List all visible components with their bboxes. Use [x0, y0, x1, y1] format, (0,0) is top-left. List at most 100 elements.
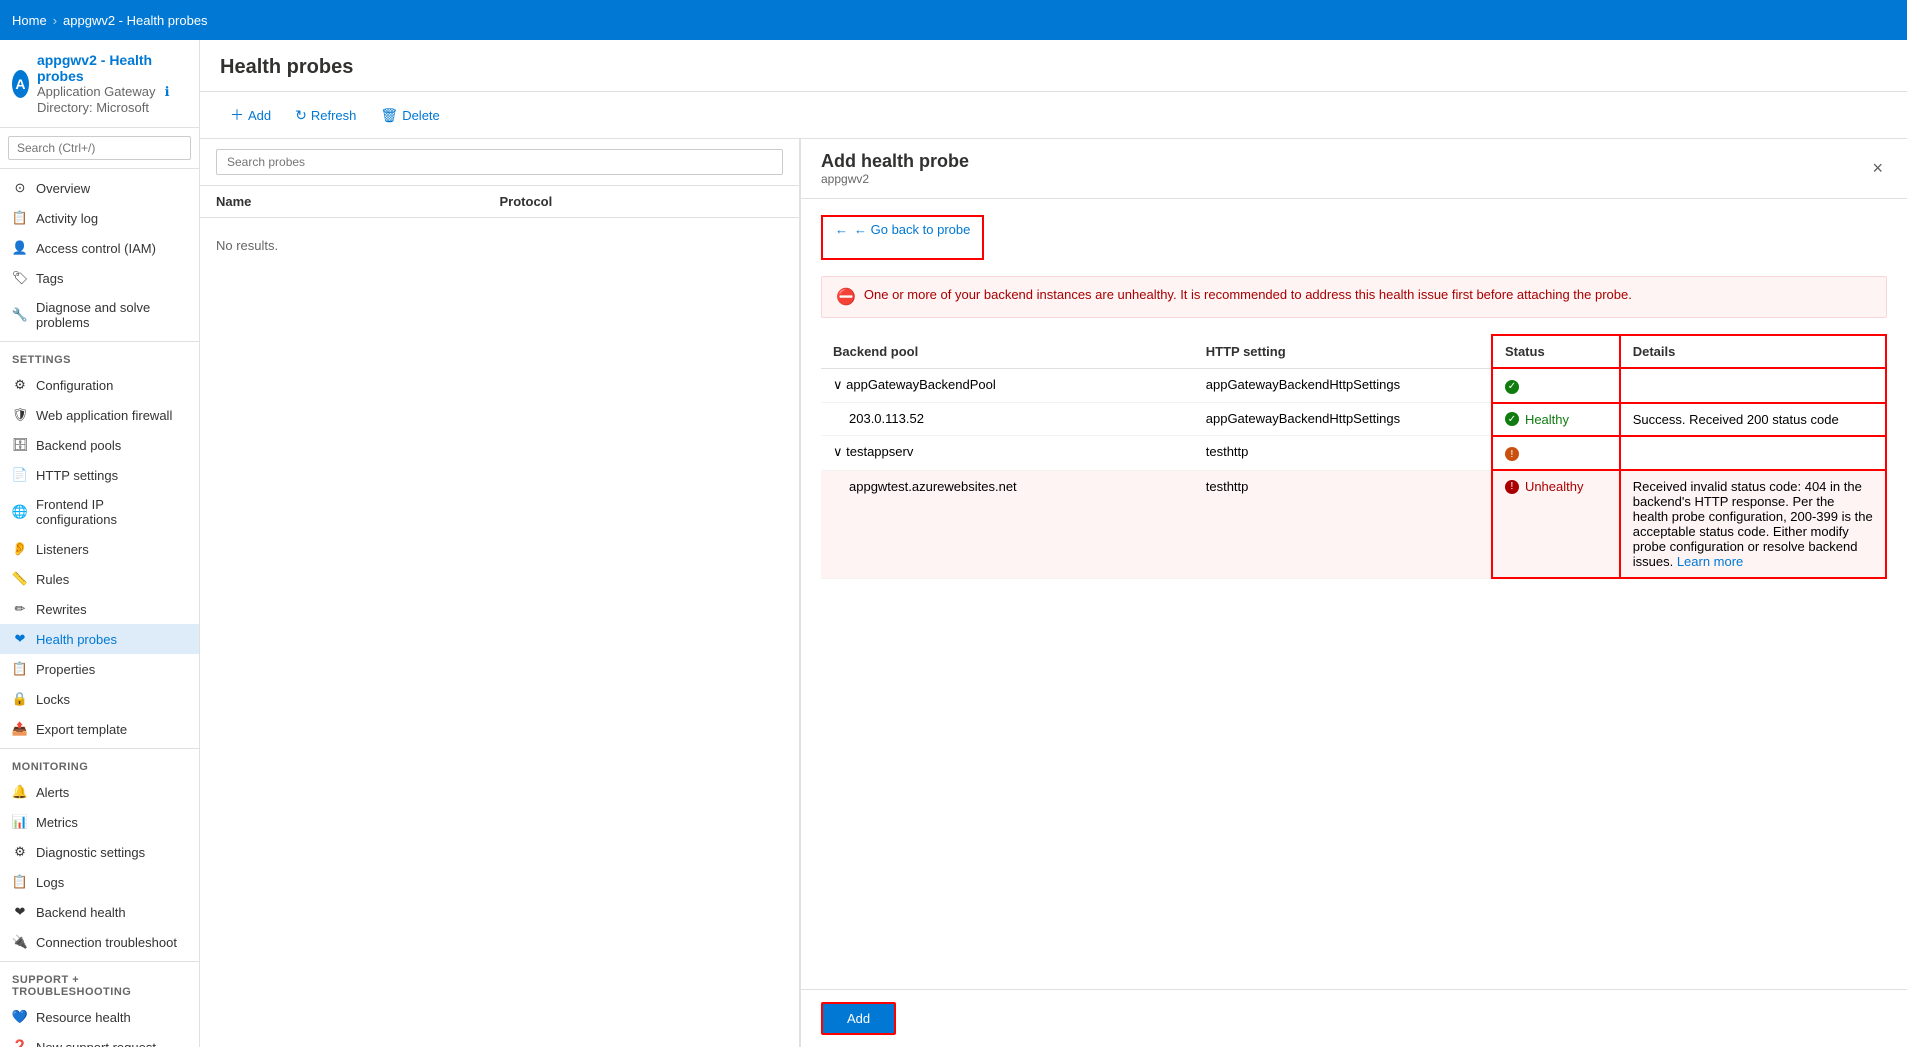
sidebar-item-connection-troubleshoot[interactable]: 🔌 Connection troubleshoot [0, 927, 199, 957]
probes-search-input[interactable] [216, 149, 783, 175]
sidebar-item-label: Diagnostic settings [36, 845, 145, 860]
sidebar-item-frontend-ip[interactable]: 🌐 Frontend IP configurations [0, 490, 199, 534]
diagnose-icon: 🔧 [12, 307, 28, 323]
cell-backend-pool: appgwtest.azurewebsites.net [821, 470, 1194, 578]
sidebar-item-backend-pools[interactable]: 🗄 Backend pools [0, 430, 199, 460]
sidebar-item-alerts[interactable]: 🔔 Alerts [0, 777, 199, 807]
health-probes-icon: ❤ [12, 631, 28, 647]
status-healthy: ✓ Healthy [1505, 412, 1607, 427]
sidebar-item-tags[interactable]: 🏷 Tags [0, 263, 199, 293]
unhealthy-label: Unhealthy [1525, 479, 1584, 494]
cell-backend-pool: 203.0.113.52 [821, 403, 1194, 436]
alerts-icon: 🔔 [12, 784, 28, 800]
sidebar-item-listeners[interactable]: 👂 Listeners [0, 534, 199, 564]
breadcrumb-home[interactable]: Home [12, 13, 47, 28]
sidebar-logo-icon: A [12, 70, 29, 98]
cell-backend-pool: ∨ appGatewayBackendPool [821, 368, 1194, 403]
sidebar-item-label: Frontend IP configurations [36, 497, 187, 527]
diagnostic-icon: ⚙ [12, 844, 28, 860]
sidebar-item-metrics[interactable]: 📊 Metrics [0, 807, 199, 837]
flyout-footer: Add [801, 989, 1907, 1047]
sidebar-item-locks[interactable]: 🔒 Locks [0, 684, 199, 714]
sidebar-item-label: Locks [36, 692, 70, 707]
rewrites-icon: ✏ [12, 601, 28, 617]
breadcrumb-current: appgwv2 - Health probes [63, 13, 208, 28]
add-icon: ＋ [230, 105, 244, 125]
sidebar-item-backend-health[interactable]: ❤ Backend health [0, 897, 199, 927]
sidebar-item-access-control[interactable]: 👤 Access control (IAM) [0, 233, 199, 263]
tags-icon: 🏷 [12, 270, 28, 286]
backend-health-table: Backend pool HTTP setting Status Details… [821, 334, 1887, 579]
status-green-dot: ✓ [1505, 380, 1519, 394]
table-row: ∨ testappserv testhttp ! [821, 436, 1886, 471]
sidebar-item-resource-health[interactable]: 💙 Resource health [0, 1002, 199, 1032]
go-back-to-probe-button[interactable]: ← ← Go back to probe [823, 217, 982, 242]
support-section-title: Support + troubleshooting [0, 961, 199, 1002]
sidebar-item-label: Properties [36, 662, 95, 677]
sidebar-item-rules[interactable]: 📏 Rules [0, 564, 199, 594]
sidebar-item-label: Export template [36, 722, 127, 737]
properties-icon: 📋 [12, 661, 28, 677]
sidebar-header: A appgwv2 - Health probes Application Ga… [0, 40, 199, 128]
sidebar-item-diagnose[interactable]: 🔧 Diagnose and solve problems [0, 293, 199, 337]
sidebar-item-label: Configuration [36, 378, 113, 393]
cell-details: Received invalid status code: 404 in the… [1620, 470, 1886, 578]
sidebar-item-waf[interactable]: 🛡 Web application firewall [0, 400, 199, 430]
no-results-message: No results. [200, 218, 799, 273]
sidebar-item-overview[interactable]: ⊙ Overview [0, 173, 199, 203]
learn-more-link[interactable]: Learn more [1677, 554, 1743, 569]
status-orange-dot: ! [1505, 447, 1519, 461]
connection-icon: 🔌 [12, 934, 28, 950]
sidebar-item-export-template[interactable]: 📤 Export template [0, 714, 199, 744]
add-button[interactable]: ＋ Add [220, 100, 281, 130]
warning-text: One or more of your backend instances ar… [864, 287, 1632, 302]
config-icon: ⚙ [12, 377, 28, 393]
sidebar-item-http-settings[interactable]: 📄 HTTP settings [0, 460, 199, 490]
flyout-close-button[interactable]: × [1868, 154, 1887, 183]
sidebar-search-wrapper [0, 128, 199, 169]
frontend-ip-icon: 🌐 [12, 504, 28, 520]
sidebar-title: appgwv2 - Health probes [37, 52, 187, 84]
refresh-button[interactable]: ↻ Refresh [285, 102, 366, 129]
sidebar-item-label: Health probes [36, 632, 117, 647]
table-row: ∨ appGatewayBackendPool appGatewayBacken… [821, 368, 1886, 403]
flyout-body: ← ← Go back to probe ⛔ One or more of yo… [801, 199, 1907, 989]
sidebar-item-new-support[interactable]: ❓ New support request [0, 1032, 199, 1047]
probes-search-wrapper [200, 139, 799, 186]
content-area: Health probes ＋ Add ↻ Refresh 🗑 Delete [200, 40, 1907, 1047]
sidebar-item-health-probes[interactable]: ❤ Health probes [0, 624, 199, 654]
sidebar-item-label: Web application firewall [36, 408, 172, 423]
page-title: Health probes [220, 56, 1887, 79]
col-protocol: Protocol [500, 194, 784, 209]
arrow-left-icon: ← [835, 222, 848, 237]
sidebar: A appgwv2 - Health probes Application Ga… [0, 40, 200, 1047]
sidebar-item-label: New support request [36, 1040, 156, 1047]
sidebar-item-label: Access control (IAM) [36, 241, 156, 256]
unhealthy-dot: ! [1505, 480, 1519, 494]
sidebar-resource-type: Application Gateway ℹ Directory: Microso… [37, 84, 187, 115]
unhealthy-details-text: Received invalid status code: 404 in the… [1633, 479, 1873, 569]
sidebar-item-label: Rewrites [36, 602, 87, 617]
sidebar-item-label: HTTP settings [36, 468, 118, 483]
sidebar-item-label: Metrics [36, 815, 78, 830]
sidebar-item-activity-log[interactable]: 📋 Activity log [0, 203, 199, 233]
breadcrumb: Home › appgwv2 - Health probes [12, 13, 208, 28]
sidebar-item-diagnostic-settings[interactable]: ⚙ Diagnostic settings [0, 837, 199, 867]
healthy-dot: ✓ [1505, 412, 1519, 426]
sidebar-item-rewrites[interactable]: ✏ Rewrites [0, 594, 199, 624]
go-back-wrapper: ← ← Go back to probe [821, 215, 984, 260]
sidebar-item-properties[interactable]: 📋 Properties [0, 654, 199, 684]
delete-button[interactable]: 🗑 Delete [370, 102, 449, 129]
col-name: Name [216, 194, 500, 209]
sidebar-item-configuration[interactable]: ⚙ Configuration [0, 370, 199, 400]
sidebar-item-logs[interactable]: 📋 Logs [0, 867, 199, 897]
delete-icon: 🗑 [380, 107, 398, 124]
cell-details: Success. Received 200 status code [1620, 403, 1886, 436]
listeners-icon: 👂 [12, 541, 28, 557]
sidebar-search-input[interactable] [8, 136, 191, 160]
flyout-header: Add health probe appgwv2 × [801, 139, 1907, 199]
cell-details [1620, 368, 1886, 403]
sidebar-item-label: Logs [36, 875, 64, 890]
sidebar-item-label: Listeners [36, 542, 89, 557]
add-probe-button[interactable]: Add [821, 1002, 896, 1035]
